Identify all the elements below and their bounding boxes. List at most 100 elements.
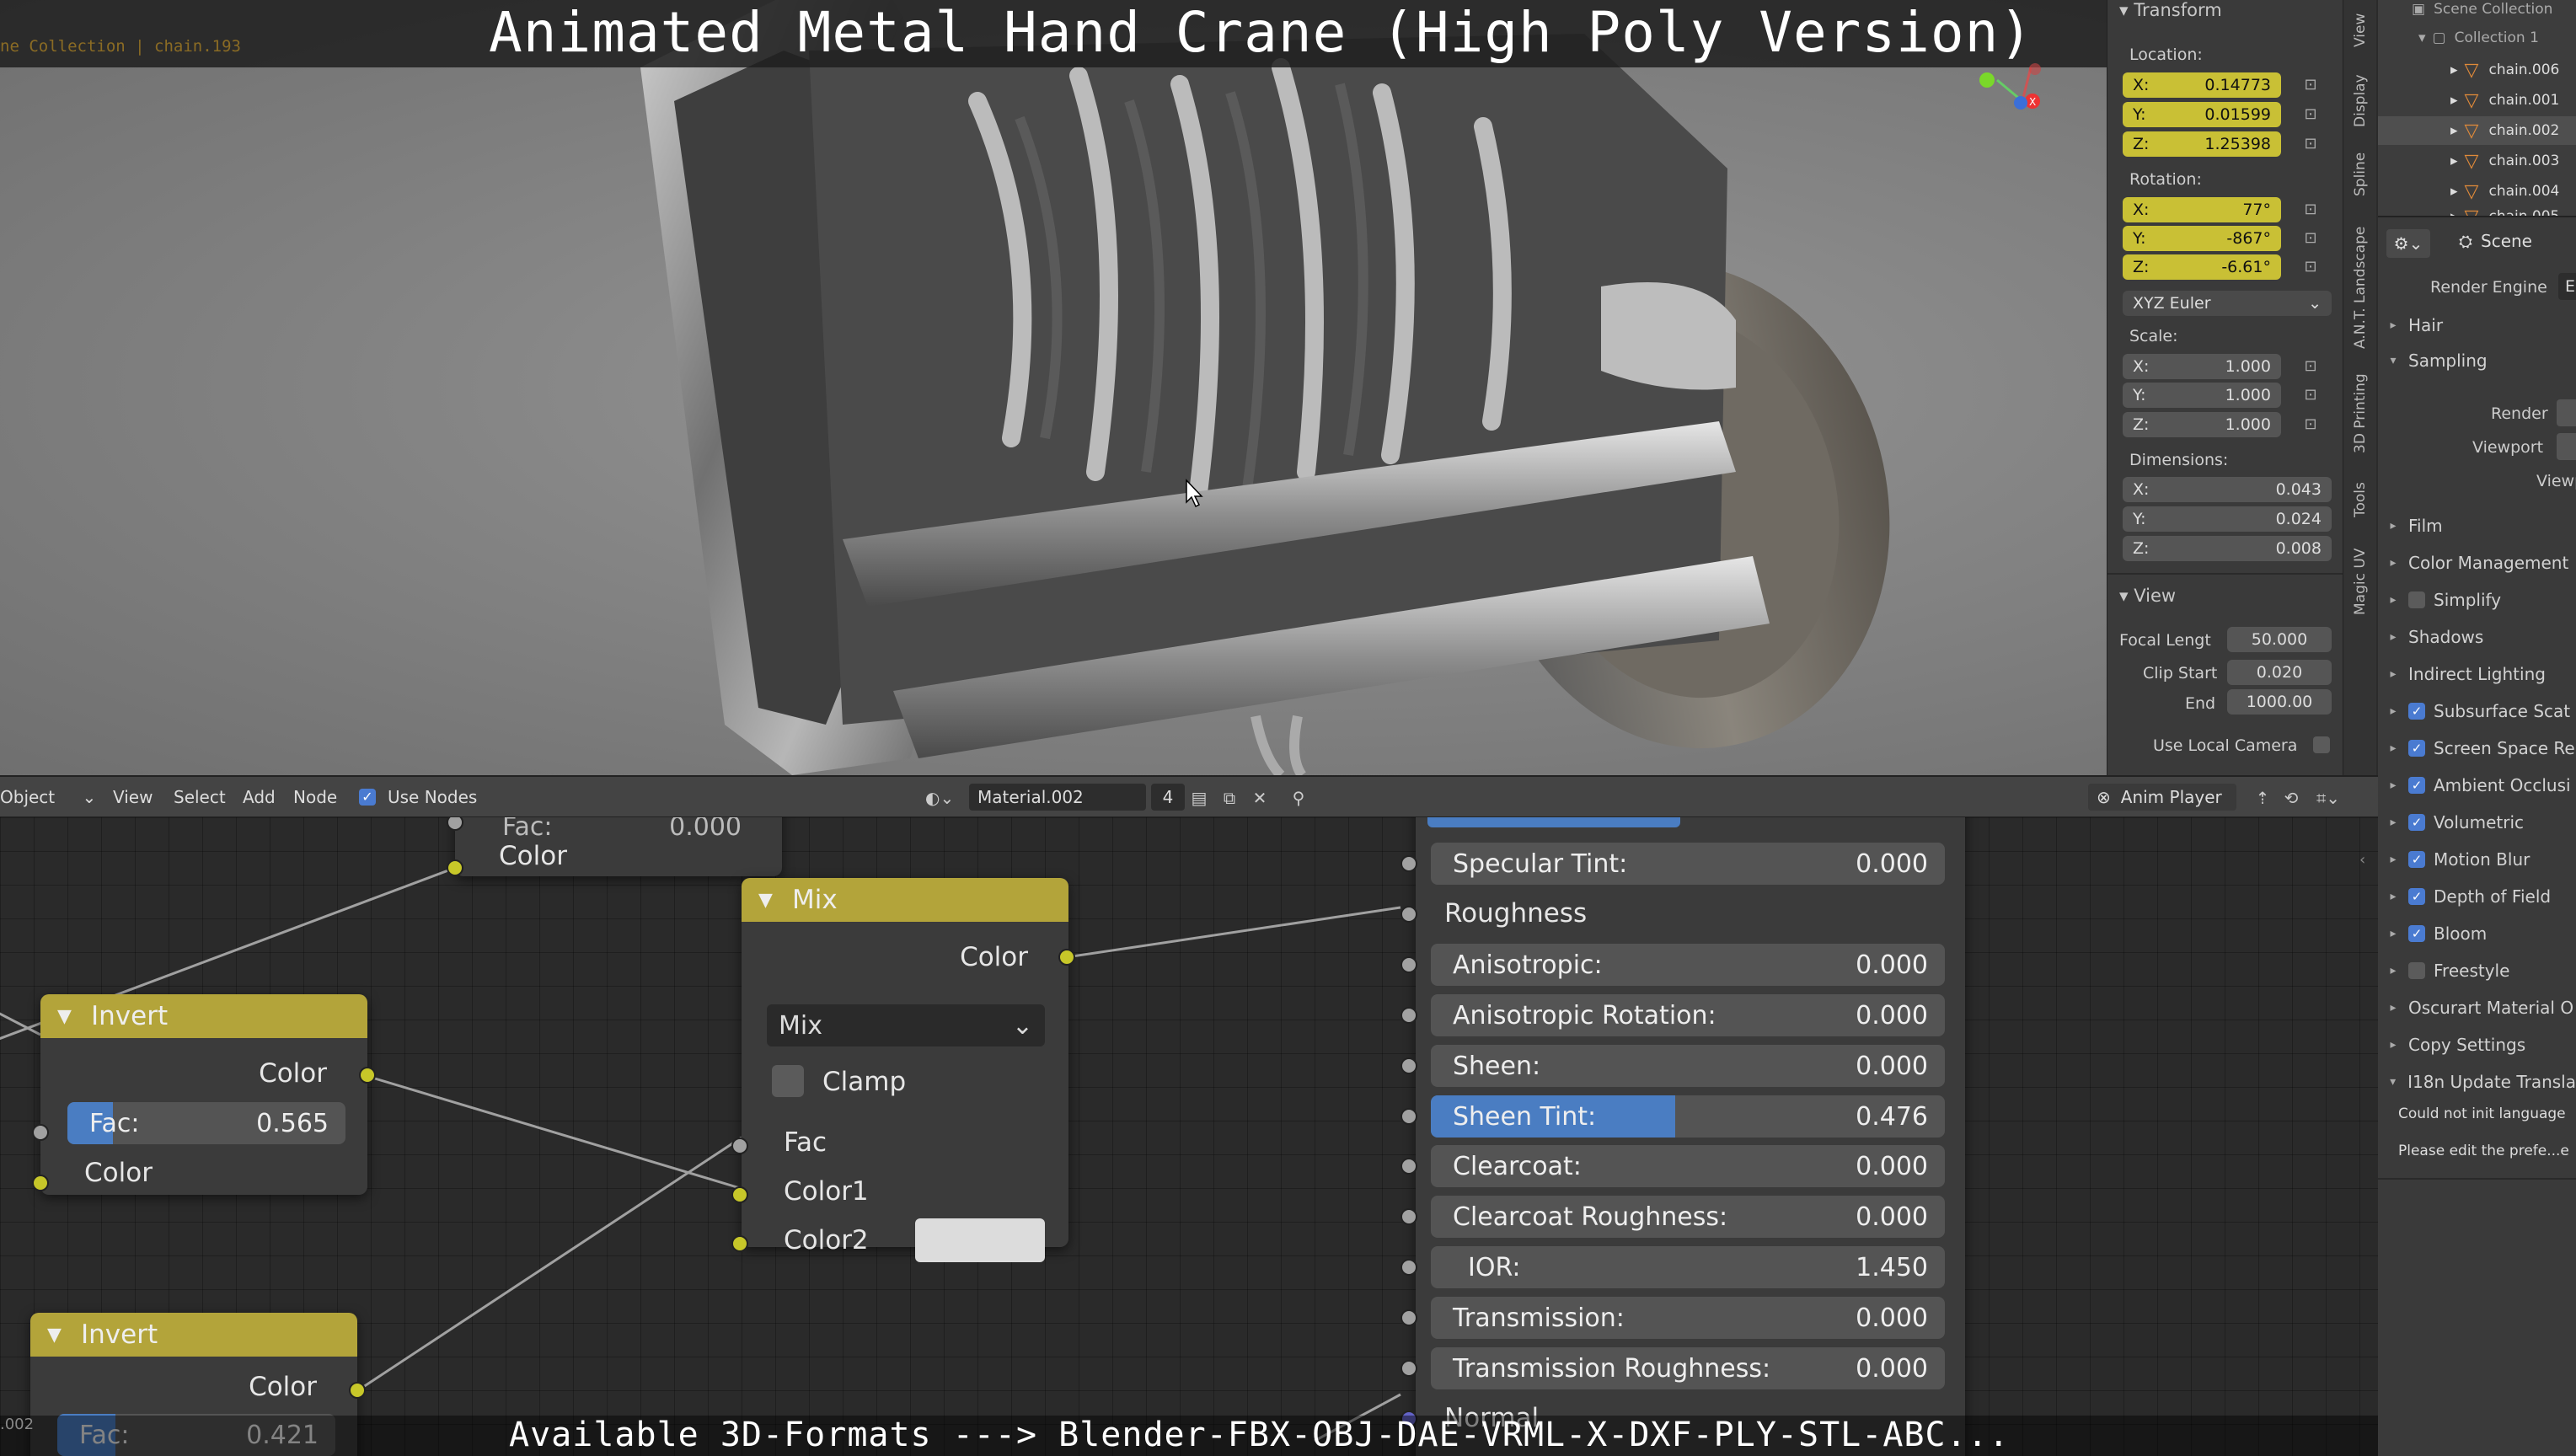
collapse-triangle-icon[interactable]: ▼ [47,1325,62,1346]
outliner-collection[interactable]: ▾ ▢ Collection 1 [2378,24,2576,52]
location-z-field[interactable]: Z: 1.25398 [2123,131,2281,157]
outliner-scene-collection[interactable]: ▣ Scene Collection [2378,0,2576,24]
section-enable-checkbox[interactable]: ✓ [2408,888,2425,905]
panel-sampling[interactable]: ▾ Sampling [2378,344,2576,377]
outliner-item[interactable]: ▸ ▽ chain.005 [2378,202,2576,217]
panel-hair[interactable]: ▸ Hair [2378,308,2576,342]
disclosure-triangle-icon[interactable]: ▸ [2385,556,2402,570]
dimensions-y-field[interactable]: Y: 0.024 [2123,506,2332,532]
node-header[interactable]: ▼ Invert [40,994,367,1038]
disclosure-triangle-icon[interactable]: ▸ [2385,704,2402,718]
color-input-socket[interactable] [32,1175,49,1191]
anisotropic-rotation-slider[interactable]: Anisotropic Rotation: 0.000 [1431,993,1945,1036]
panel-screen-space-re[interactable]: ▸ ✓ Screen Space Re [2378,731,2576,765]
disclosure-triangle-icon[interactable]: ▸ [2385,593,2402,607]
node-editor-canvas[interactable]: Fac: 0.000 Color ▼ Invert Color Fac: 0.56… [0,817,2378,1456]
rotation-x-field[interactable]: X: 77° [2123,197,2281,222]
panel-simplify[interactable]: ▸ Simplify [2378,583,2576,617]
panel-color-management[interactable]: ▸ Color Management [2378,546,2576,580]
color-output-socket[interactable] [349,1382,366,1399]
panel-subsurface-scat[interactable]: ▸ ✓ Subsurface Scat [2378,694,2576,728]
outliner-item[interactable]: ▸ ▽ chain.003 [2378,147,2576,175]
tab-magic-uv[interactable]: Magic UV [2347,539,2374,624]
material-users-count[interactable]: 4 [1151,784,1185,811]
tab-3d-printing[interactable]: 3D Printing [2347,367,2374,460]
lock-icon[interactable]: ⊡ [2301,229,2320,248]
color1-input-socket[interactable] [731,1186,748,1203]
node-top-partial[interactable]: Fac: 0.000 Color [455,817,782,876]
disclosure-triangle-icon[interactable]: ▸ [2385,630,2402,644]
duplicate-material-icon[interactable]: ⧉ [1217,785,1242,811]
panel-freestyle[interactable]: ▸ Freestyle [2378,954,2576,988]
disclosure-triangle-icon[interactable]: ▸ [2385,964,2402,977]
section-enable-checkbox[interactable] [2408,592,2425,608]
tab-tools[interactable]: Tools [2347,472,2374,527]
panel-shadows[interactable]: ▸ Shadows [2378,620,2576,654]
panel-indirect-lighting[interactable]: ▸ Indirect Lighting [2378,657,2576,691]
disclosure-triangle-icon[interactable]: ▸ [2385,927,2402,940]
dimensions-x-field[interactable]: X: 0.043 [2123,477,2332,502]
view-panel-header[interactable]: ▾ View [2119,586,2176,606]
lock-icon[interactable]: ⊡ [2301,135,2320,153]
panel-i18n-update-transla[interactable]: ▾ I18n Update Transla [2378,1065,2576,1099]
clamp-checkbox[interactable] [772,1065,804,1097]
disclosure-triangle-icon[interactable]: ▸ [2385,519,2402,533]
color-output-socket[interactable] [359,1067,376,1084]
sheen-slider[interactable]: Sheen: 0.000 [1431,1044,1945,1087]
section-enable-checkbox[interactable]: ✓ [2408,925,2425,942]
panel-film[interactable]: ▸ Film [2378,509,2576,543]
lock-icon[interactable]: ⊡ [2301,201,2320,219]
panel-ambient-occlusi[interactable]: ▸ ✓ Ambient Occlusi [2378,768,2576,802]
section-enable-checkbox[interactable]: ✓ [2408,740,2425,757]
scene-breadcrumb[interactable]: ⛭ Scene [2459,231,2532,251]
section-enable-checkbox[interactable]: ✓ [2408,703,2425,720]
panel-motion-blur[interactable]: ▸ ✓ Motion Blur [2378,843,2576,876]
section-enable-checkbox[interactable] [2408,962,2425,979]
scale-z-field[interactable]: Z: 1.000 [2123,412,2281,437]
fac-input-socket[interactable] [731,1138,748,1154]
tab-view[interactable]: View [2347,5,2374,56]
clip-start-field[interactable]: 0.020 [2227,660,2332,685]
node-header[interactable]: ▼ Mix [742,878,1068,922]
disclosure-triangle-icon[interactable]: ▸ [2385,853,2402,866]
snap-element-dropdown[interactable]: ⌗⌄ [2307,785,2349,811]
lock-icon[interactable]: ⊡ [2301,386,2320,404]
rotation-z-field[interactable]: Z: -6.61° [2123,254,2281,280]
node-invert-1[interactable]: ▼ Invert Color Fac: 0.565 Color [40,994,367,1195]
viewport-samples-field[interactable] [2557,433,2576,460]
specular-tint-input-socket[interactable] [1400,855,1417,872]
scale-x-field[interactable]: X: 1.000 [2123,354,2281,379]
navigation-gizmo-icon[interactable]: X [1972,59,2048,126]
node-mix[interactable]: ▼ Mix Color Mix ⌄ Clamp Fac Color1 Color2 [742,878,1068,1262]
fac-socket[interactable] [32,1124,49,1141]
anisotropic-slider[interactable]: Anisotropic: 0.000 [1431,943,1945,986]
panel-copy-settings[interactable]: ▸ Copy Settings [2378,1028,2576,1062]
parent-node-icon[interactable]: ⇡ [2250,785,2275,811]
ior-slider[interactable]: IOR: 1.450 [1431,1246,1945,1289]
lock-icon[interactable]: ⊡ [2301,415,2320,434]
sheen-tint-input-socket[interactable] [1400,1107,1417,1125]
transmission-input-socket[interactable] [1400,1309,1417,1327]
lock-icon[interactable]: ⊡ [2301,258,2320,276]
disclosure-triangle-icon[interactable]: ▸ [2385,816,2402,829]
tab-display[interactable]: Display [2347,67,2374,135]
pin-icon[interactable]: ⚲ [1286,785,1311,811]
disclosure-triangle-icon[interactable]: ▸ [2385,667,2402,681]
clip-end-field[interactable]: 1000.00 [2227,689,2332,715]
transform-panel-header[interactable]: ▾ Transform [2119,0,2222,20]
collapse-triangle-icon[interactable]: ▼ [57,1006,72,1027]
clearcoat-slider[interactable]: Clearcoat: 0.000 [1431,1145,1945,1188]
unlink-material-icon[interactable]: ✕ [1247,785,1272,811]
menu-select[interactable]: Select [174,787,226,807]
dimensions-z-field[interactable]: Z: 0.008 [2123,536,2332,561]
transmission-roughness-slider[interactable]: Transmission Roughness: 0.000 [1431,1347,1945,1389]
node-header[interactable]: ▼ Invert [30,1313,357,1357]
section-enable-checkbox[interactable]: ✓ [2408,814,2425,831]
color2-input-socket[interactable] [731,1235,748,1252]
fac-slider[interactable]: Fac: 0.565 [67,1102,345,1144]
use-local-camera-checkbox[interactable] [2313,736,2330,753]
render-engine-dropdown[interactable]: Ee [2558,273,2576,300]
rotation-y-field[interactable]: Y: -867° [2123,226,2281,251]
collapse-arrow-icon[interactable]: ‹ [2359,851,2365,869]
panel-volumetric[interactable]: ▸ ✓ Volumetric [2378,806,2576,839]
